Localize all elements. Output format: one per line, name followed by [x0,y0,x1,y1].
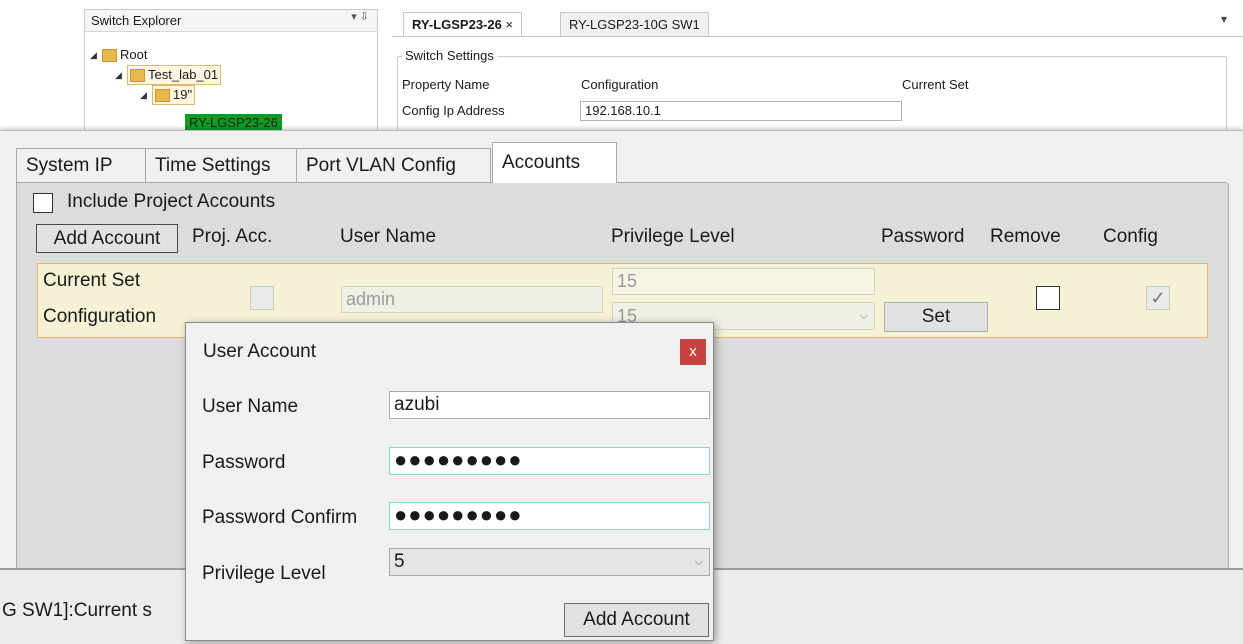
doc-tab-ry-lgsp23-26[interactable]: RY-LGSP23-26 × [403,12,523,37]
tab-time-settings[interactable]: Time Settings [145,148,297,182]
chevron-down-icon: ⌵ [859,310,868,322]
status-text: G SW1]:Current s [2,600,152,621]
config-ip-input[interactable]: 192.168.10.1 [580,101,902,121]
tree-item-rack[interactable]: ◢ 19" [140,85,196,105]
tree-item-label: Root [120,47,148,62]
username-label: User Name [202,396,299,417]
tab-port-vlan-config[interactable]: Port VLAN Config [296,148,491,182]
column-header-user-name: User Name [340,226,437,247]
expand-arrow-icon[interactable]: ◢ [140,86,152,104]
user-account-dialog: User Account x User Name azubi Password … [185,322,714,641]
add-account-submit-button[interactable]: Add Account [564,603,709,637]
tree-item-selected[interactable]: Test_lab_01 [127,65,222,85]
close-icon[interactable]: × [505,17,513,32]
property-label-config-ip: Config Ip Address [402,103,505,118]
password-confirm-input[interactable]: ●●●●●●●●● [389,502,710,530]
privilege-level-label: Privilege Level [202,563,326,584]
dialog-title: User Account [203,341,316,362]
password-confirm-label: Password Confirm [202,507,358,528]
privilege-level-select[interactable]: 5 ⌵ [389,548,710,576]
tree-item-label: Test_lab_01 [148,67,219,82]
doc-tab-label: RY-LGSP23-26 [412,17,502,32]
tab-overflow-icon[interactable]: ▾ [1221,12,1227,26]
privilege-level-value: 5 [394,551,405,572]
doc-tab-ry-lgsp23-10g[interactable]: RY-LGSP23-10G SW1 [560,12,709,37]
config-checkbox: ✓ [1146,286,1170,310]
column-header-property: Property Name [402,77,490,92]
doc-tab-label: RY-LGSP23-10G SW1 [569,17,700,32]
folder-icon [155,88,170,102]
expand-arrow-icon[interactable]: ◢ [90,46,102,64]
tree-item-label: 19" [173,87,193,102]
current-set-label: Current Set [43,270,141,291]
column-header-current-set: Current Set [902,77,969,92]
proj-acc-checkbox [250,286,274,310]
tab-strip-divider [392,36,1243,37]
pin-icon[interactable]: ▾ ⇩ [351,10,369,23]
username-field: admin [341,286,603,313]
column-header-config: Config [1103,226,1158,247]
tree-item-root[interactable]: ◢ Root [90,46,147,64]
folder-icon [102,48,117,62]
tab-accounts[interactable]: Accounts [492,142,617,183]
tree-item-selected[interactable]: 19" [152,85,196,105]
folder-icon [130,68,145,82]
remove-checkbox[interactable] [1036,286,1060,310]
tab-system-ip[interactable]: System IP [16,148,154,182]
close-icon[interactable]: x [680,339,706,365]
tree-item-test-lab[interactable]: ◢ Test_lab_01 [115,65,222,85]
chevron-down-icon: ⌵ [694,556,703,568]
switch-settings-title: Switch Settings [402,48,497,63]
expand-arrow-icon[interactable]: ◢ [115,66,127,84]
column-header-remove: Remove [990,226,1061,247]
username-input[interactable]: azubi [389,391,710,419]
switch-explorer-panel: Switch Explorer ▾ ⇩ ◢ Root ◢ Test_lab_01… [84,9,378,141]
switch-explorer-title: Switch Explorer [85,10,377,32]
privilege-current-field: 15 [612,268,875,295]
include-project-accounts-label: Include Project Accounts [67,191,276,212]
configuration-label: Configuration [43,306,157,327]
include-project-accounts-checkbox[interactable] [33,193,53,213]
column-header-proj-acc: Proj. Acc. [192,226,273,247]
column-header-password: Password [881,226,965,247]
password-label: Password [202,452,286,473]
column-header-configuration: Configuration [581,77,659,92]
set-password-button[interactable]: Set [884,302,988,332]
password-input[interactable]: ●●●●●●●●● [389,447,710,475]
column-header-privilege-level: Privilege Level [611,226,735,247]
add-account-button[interactable]: Add Account [36,224,178,253]
